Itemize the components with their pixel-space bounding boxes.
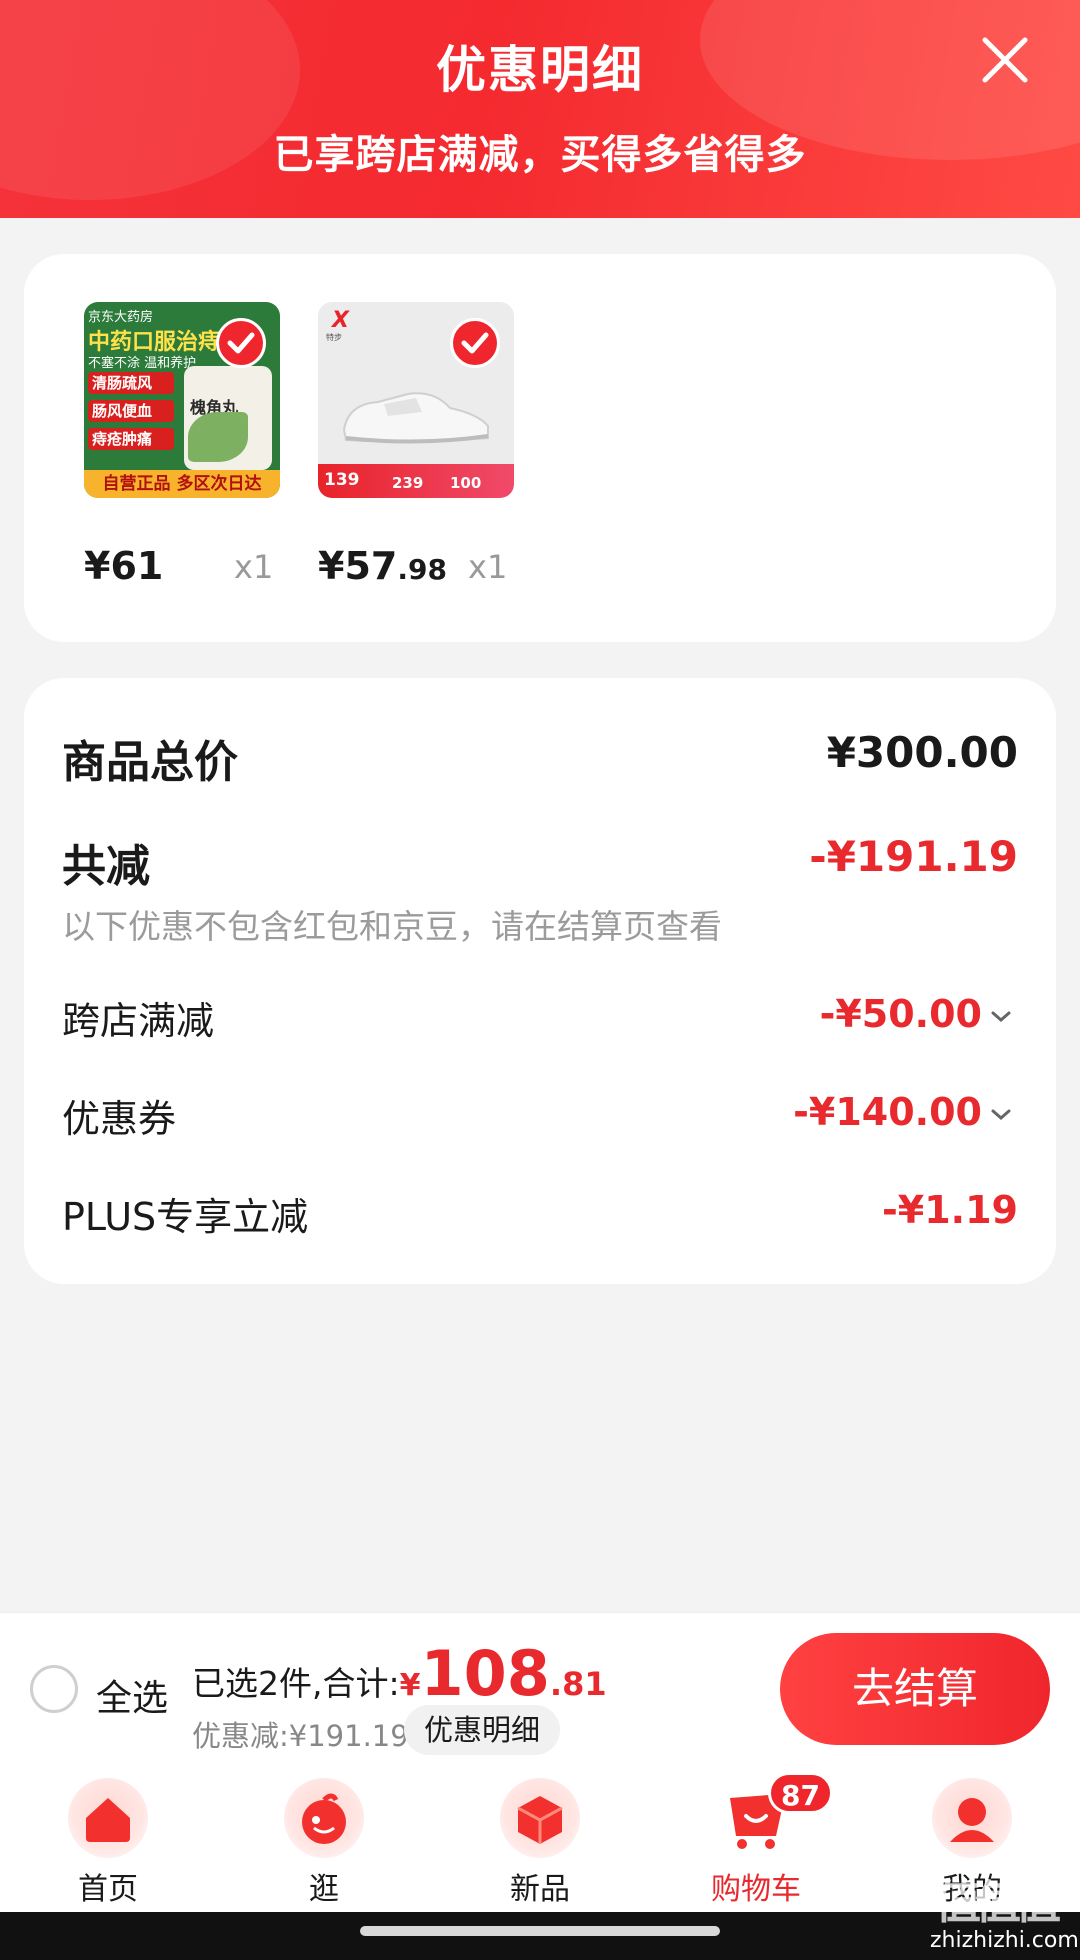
coupon-value[interactable]: -¥140.00 [793,1090,1012,1134]
tab-label: 逛 [309,1872,339,1907]
close-icon[interactable] [975,30,1035,90]
new-product-icon [500,1778,580,1858]
checkout-button[interactable]: 去结算 [780,1633,1050,1745]
product-price: ¥61 [84,544,163,588]
cross-store-discount-label: 跨店满减 [62,999,215,1043]
product-quantity: x1 [468,548,508,586]
thumb-footer: 自营正品 多区次日达 [84,470,280,498]
plus-discount-label: PLUS专享立减 [62,1195,309,1239]
bottom-tab-bar: 首页 逛 新品 购物车 我的 [0,1764,1080,1912]
price-banner: 139 239 100 [318,464,514,498]
popup-title: 优惠明细 [436,41,644,99]
discount-amount: -¥50.00 [819,992,982,1036]
select-all-label[interactable]: 全选 [96,1669,168,1721]
discount-detail-button[interactable]: 优惠明细 [404,1705,561,1755]
currency-symbol: ¥ [399,1668,421,1703]
cross-store-discount-value[interactable]: -¥50.00 [820,992,1012,1036]
select-all-radio[interactable] [30,1665,78,1713]
price-decimal: .98 [397,553,447,586]
discount-note: 以下优惠不包含红包和京豆，请在结算页查看 [62,907,722,946]
tab-label: 新品 [510,1872,570,1907]
selected-count-text: 已选2件,合计: [192,1664,400,1703]
discount-amount-text: 优惠减:¥191.19 [192,1719,409,1753]
thumb-tag: 痔疮肿痛 [88,428,174,450]
leaf-image [188,412,248,462]
total-summary: 已选2件,合计:¥108.81 [192,1643,607,1705]
watermark-text: zhizhizhi.com [930,1928,1079,1953]
tab-new[interactable]: 新品 [432,1764,648,1912]
price-integer: ¥61 [84,544,164,588]
cart-count-badge: 87 [768,1772,833,1814]
plus-discount-value: -¥1.19 [882,1188,1018,1232]
system-bottom-bar [0,1912,1080,1960]
product-price: ¥57.98 [318,544,447,588]
thumb-tag: 肠风便血 [88,400,174,422]
discount-summary-card: 商品总价 ¥300.00 共减 -¥191.19 以下优惠不包含红包和京豆，请在… [24,678,1056,1284]
sneaker-image [342,392,489,444]
product-quantity: x1 [234,548,274,586]
price-integer: ¥57 [318,544,398,588]
home-indicator[interactable] [360,1926,720,1936]
popup-header: 优惠明细 已享跨店满减，买得多省得多 [0,0,1080,218]
thumb-tag: 清肠疏风 [88,372,174,394]
profile-icon [932,1778,1012,1858]
watermark-logo: 值值值 [935,1875,1061,1929]
discount-amount: -¥140.00 [793,1090,982,1134]
tab-browse[interactable]: 逛 [216,1764,432,1912]
tab-label: 首页 [78,1872,138,1907]
total-decimal: .81 [549,1665,607,1703]
popup-subtitle: 已享跨店满减，买得多省得多 [273,132,807,178]
checkout-bar: 全选 已选2件,合计:¥108.81 优惠减:¥191.19 优惠明细 去结算 [0,1612,1080,1764]
tab-home[interactable]: 首页 [0,1764,216,1912]
banner-price: 100 [450,474,482,492]
brand-logo: X [332,308,349,333]
selected-products-card: 京东大药房 中药口服治痔疮 不塞不涂 温和养护 清肠疏风 肠风便血 痔疮肿痛 槐… [24,254,1056,642]
brand-name: 特步 [326,333,342,342]
chevron-down-icon[interactable] [990,1108,1012,1122]
tab-label: 购物车 [711,1872,801,1907]
coupon-label: 优惠券 [62,1097,177,1141]
thumb-brand: 京东大药房 [88,310,154,325]
home-icon [68,1778,148,1858]
total-reduction-label: 共减 [62,841,150,892]
banner-price: 239 [392,474,424,492]
browse-icon [284,1778,364,1858]
checkmark-icon[interactable] [450,318,500,368]
chevron-down-icon[interactable] [990,1010,1012,1024]
thumb-subline: 不塞不涂 温和养护 [88,356,197,371]
total-integer: 108 [420,1637,550,1710]
total-price-label: 商品总价 [62,737,238,788]
total-reduction-value: -¥191.19 [809,832,1018,881]
checkmark-icon[interactable] [216,318,266,368]
banner-price: 139 [324,470,360,490]
total-price-value: ¥300.00 [826,728,1018,777]
